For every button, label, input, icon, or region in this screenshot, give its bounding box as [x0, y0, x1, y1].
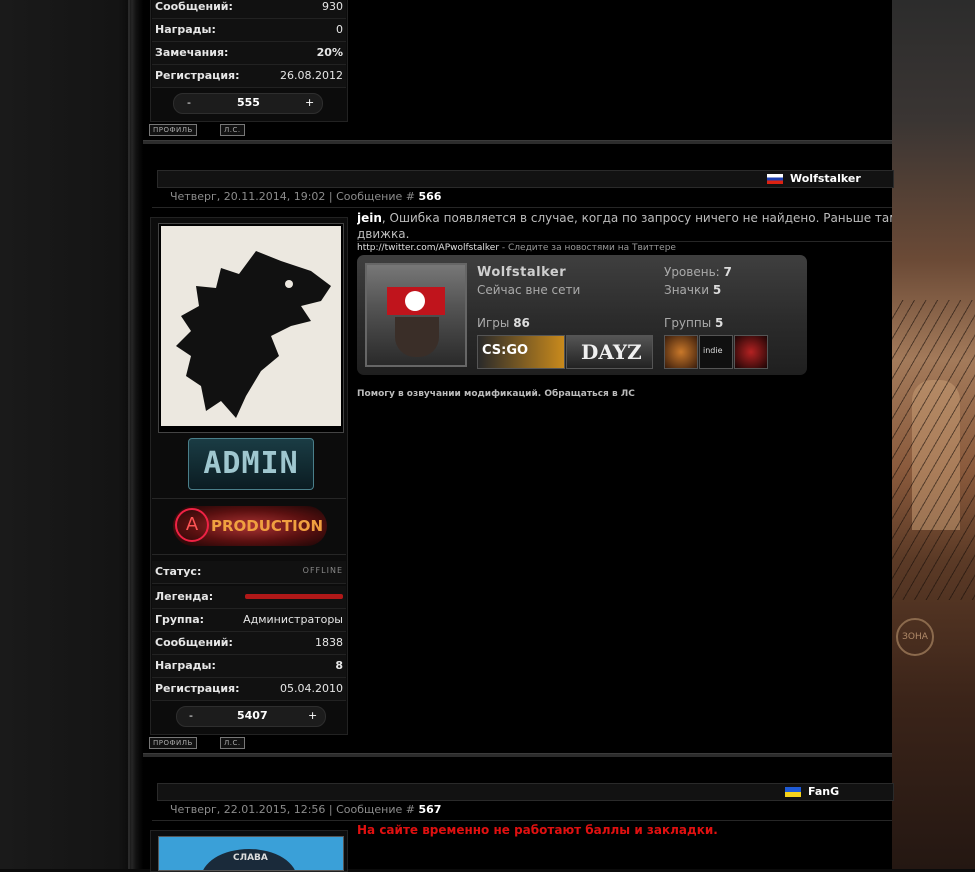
- game-tile-csgo[interactable]: CS:GO: [477, 335, 565, 369]
- stat-row-warnings: Замечания: 20%: [152, 42, 346, 65]
- reputation-bar: - 555 +: [173, 93, 323, 114]
- reply-to-name[interactable]: jein: [357, 211, 382, 225]
- separator: [152, 820, 892, 821]
- rep-plus-button[interactable]: +: [308, 709, 317, 722]
- steam-badges: Значки 5: [664, 283, 722, 297]
- steam-groups: Группы 5: [664, 316, 724, 330]
- zone-sign: ЗОНА: [896, 618, 934, 656]
- stat-row-messages: Сообщений: 930: [152, 0, 346, 19]
- stat-row-awards: Награды: 0: [152, 19, 346, 42]
- russia-flag-icon: [767, 174, 783, 184]
- rep-value: 555: [237, 96, 260, 109]
- group-icon-1[interactable]: [664, 335, 698, 369]
- separator: [152, 207, 892, 208]
- steam-level: Уровень: 7: [664, 265, 732, 279]
- ukraine-flag-icon: [785, 787, 801, 797]
- post-number[interactable]: 566: [418, 190, 441, 203]
- post-author[interactable]: Wolfstalker: [790, 172, 861, 185]
- legend-bar: [245, 594, 343, 599]
- separator: [152, 498, 346, 499]
- stat-row-awards: Награды: 8: [152, 655, 346, 678]
- profile-button[interactable]: ПРОФИЛЬ: [149, 124, 197, 136]
- stat-row-messages: Сообщений: 1838: [152, 632, 346, 655]
- admin-rank-badge: ADMIN: [188, 438, 314, 490]
- message-separator: [357, 241, 892, 242]
- right-background-art: ЗОНА: [892, 0, 975, 869]
- post-divider: [143, 140, 892, 144]
- stat-row-registration: Регистрация: 26.08.2012: [152, 65, 346, 88]
- post-author[interactable]: FanG: [808, 785, 839, 798]
- rep-plus-button[interactable]: +: [305, 96, 314, 109]
- steam-games: Игры 86: [477, 316, 530, 330]
- production-logo-icon: A: [175, 508, 209, 542]
- twitter-line: http://twitter.com/APwolfstalker - Следи…: [357, 243, 676, 253]
- stat-row-group: Группа: Администраторы: [152, 609, 346, 632]
- stat-row-registration: Регистрация: 05.04.2010: [152, 678, 346, 701]
- post-divider: [143, 753, 892, 757]
- avatar: [158, 223, 344, 433]
- tree-branches-art: [892, 300, 975, 600]
- separator: [152, 554, 346, 555]
- rep-minus-button[interactable]: -: [187, 96, 191, 109]
- steam-avatar: [365, 263, 467, 367]
- reputation-bar: - 5407 +: [176, 706, 326, 727]
- group-icon-2[interactable]: indie: [699, 335, 733, 369]
- rep-value: 5407: [237, 709, 268, 722]
- group-icon-3[interactable]: [734, 335, 768, 369]
- avatar: СЛАВА: [158, 836, 344, 871]
- stat-row-status: Статус: OFFLINE: [152, 561, 346, 584]
- twitter-link[interactable]: http://twitter.com/APwolfstalker: [357, 243, 499, 253]
- stat-row-legend: Легенда:: [152, 586, 346, 609]
- production-badge: A PRODUCTION: [173, 506, 327, 546]
- pm-button[interactable]: Л.С.: [220, 124, 245, 136]
- left-background: [0, 0, 143, 869]
- game-tile-dayz[interactable]: DAYZ: [566, 335, 653, 369]
- post-message: jein, Ошибка появляется в случае, когда …: [357, 211, 892, 241]
- rep-minus-button[interactable]: -: [189, 709, 193, 722]
- post-meta: Четверг, 22.01.2015, 12:56 | Сообщение #…: [170, 803, 442, 816]
- post-number[interactable]: 567: [418, 803, 441, 816]
- steam-status: Сейчас вне сети: [477, 283, 581, 297]
- post-header-bar: Wolfstalker: [157, 170, 894, 188]
- steam-name[interactable]: Wolfstalker: [477, 265, 566, 280]
- profile-button[interactable]: ПРОФИЛЬ: [149, 737, 197, 749]
- user-signature: Помогу в озвучании модификаций. Обращать…: [357, 389, 635, 399]
- post-meta: Четверг, 20.11.2014, 19:02 | Сообщение #…: [170, 190, 442, 203]
- pm-button[interactable]: Л.С.: [220, 737, 245, 749]
- post-message: На сайте временно не работают баллы и за…: [357, 823, 718, 837]
- steam-profile-widget[interactable]: Wolfstalker Сейчас вне сети Уровень: 7 З…: [357, 255, 807, 375]
- post-header-bar: FanG: [157, 783, 894, 801]
